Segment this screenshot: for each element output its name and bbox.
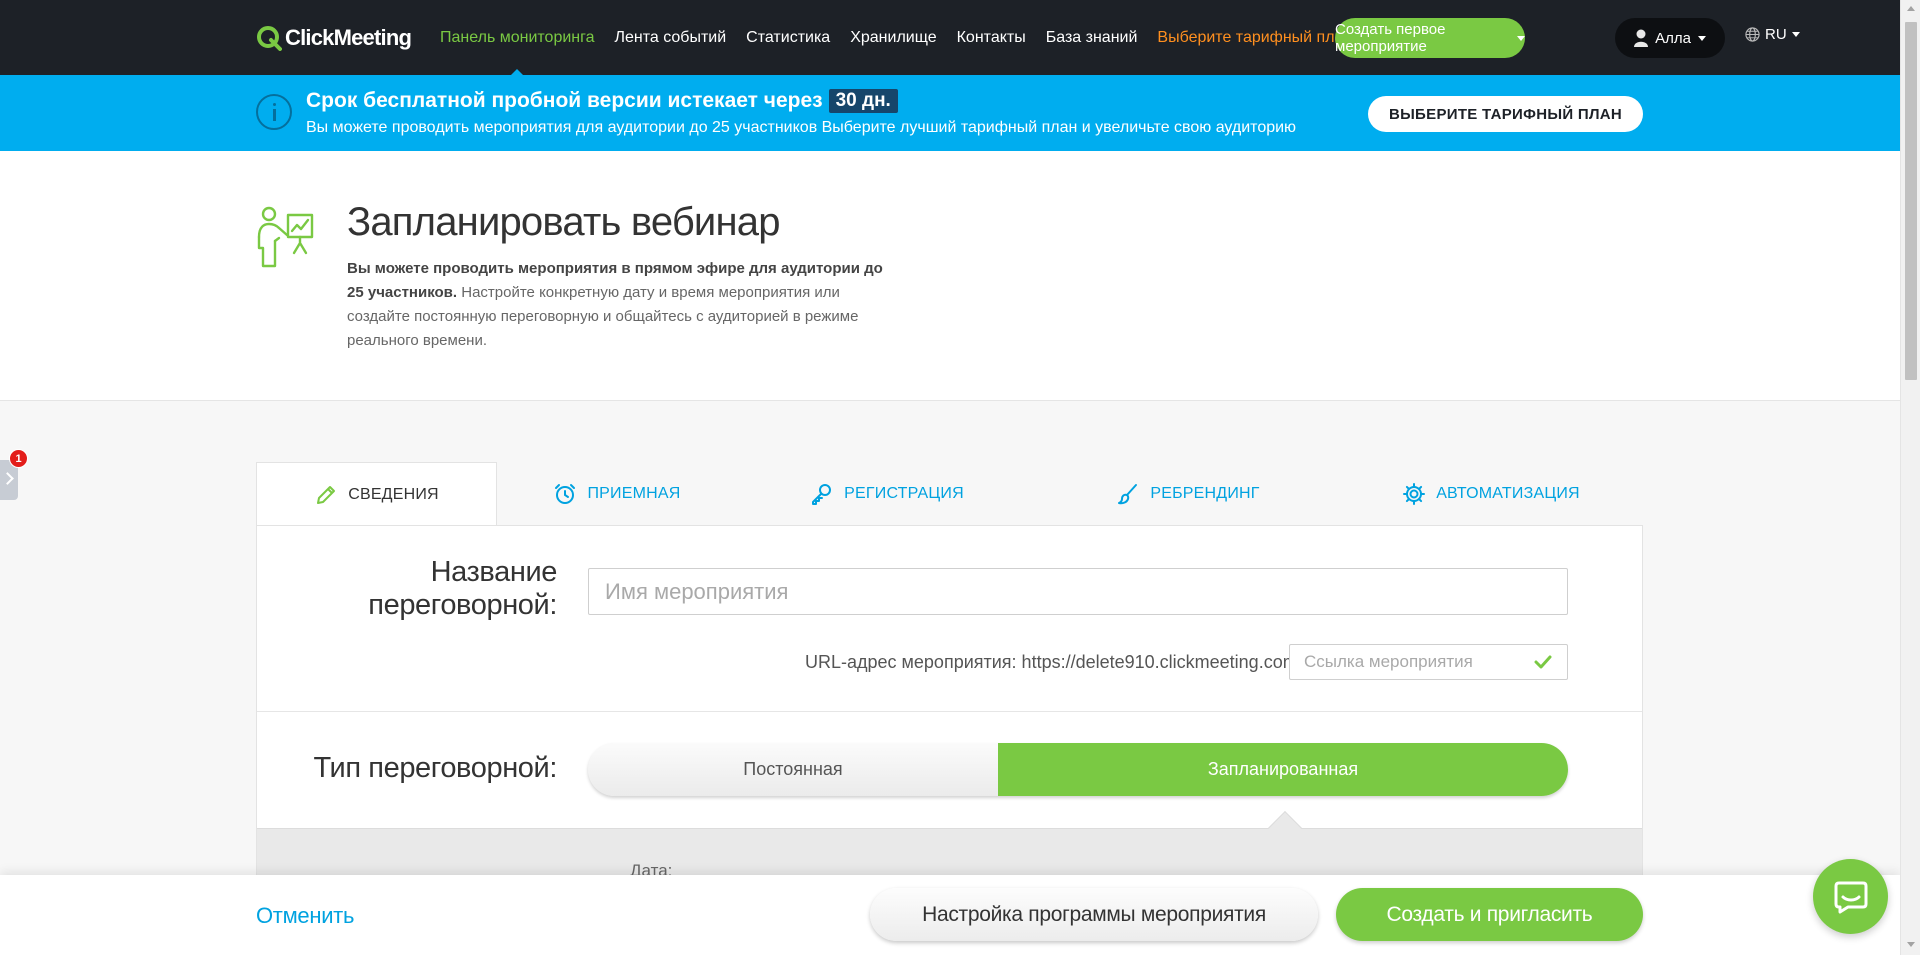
alarm-clock-icon [555, 484, 576, 504]
scroll-down-arrow-icon[interactable] [1907, 942, 1915, 947]
create-and-invite-button[interactable]: Создать и пригласить [1336, 888, 1643, 941]
room-name-input[interactable] [588, 568, 1568, 615]
chevron-down-icon [1697, 35, 1706, 41]
tab-registration[interactable]: РЕГИСТРАЦИЯ [737, 462, 1037, 526]
room-name-label-line2: переговорной: [368, 589, 557, 621]
logo-text: ClickMeeting [285, 25, 412, 50]
info-icon [256, 94, 292, 130]
create-first-event-button[interactable]: Создать первое мероприятие [1335, 18, 1525, 58]
room-type-toggle: Постоянная Запланированная [588, 743, 1568, 796]
gear-icon [1403, 483, 1426, 505]
scroll-up-arrow-icon[interactable] [1907, 6, 1915, 11]
chat-icon [1834, 881, 1867, 913]
presenter-board-icon [257, 206, 314, 268]
scrollbar-thumb[interactable] [1905, 22, 1917, 380]
brush-icon [1118, 484, 1138, 505]
cancel-link[interactable]: Отменить [256, 903, 354, 929]
trial-title-text: Срок бесплатной пробной версии истекает … [306, 89, 823, 112]
choose-plan-button[interactable]: ВЫБЕРИТЕ ТАРИФНЫЙ ПЛАН [1368, 96, 1643, 132]
event-url-input[interactable] [1289, 644, 1568, 680]
nav-statistics[interactable]: Статистика [746, 29, 830, 47]
key-icon [812, 484, 832, 505]
tab-automation[interactable]: АВТОМАТИЗАЦИЯ [1339, 462, 1643, 526]
trial-subtitle: Вы можете проводить мероприятия для ауди… [306, 119, 1297, 136]
clickmeeting-logo[interactable]: ClickMeeting [256, 24, 412, 52]
room-type-scheduled[interactable]: Запланированная [998, 743, 1568, 796]
notification-badge: 1 [9, 449, 28, 468]
tab-rebranding-label: РЕБРЕНДИНГ [1150, 485, 1260, 502]
tab-rebranding[interactable]: РЕБРЕНДИНГ [1037, 462, 1339, 526]
tab-details[interactable]: СВЕДЕНИЯ [256, 462, 497, 526]
details-panel: Название переговорной: URL-адрес меропри… [256, 525, 1643, 880]
trial-title: Срок бесплатной пробной версии истекает … [306, 89, 898, 113]
tab-automation-label: АВТОМАТИЗАЦИЯ [1436, 485, 1580, 502]
page-scrollbar[interactable] [1900, 0, 1920, 955]
logo-mark-icon [257, 26, 282, 51]
program-settings-button[interactable]: Настройка программы мероприятия [870, 888, 1318, 941]
nav-storage[interactable]: Хранилище [850, 29, 936, 47]
room-name-label: Название переговорной: [368, 556, 557, 622]
language-selector[interactable]: RU [1745, 26, 1800, 43]
room-type-label: Тип переговорной: [313, 752, 558, 784]
user-name: Алла [1655, 29, 1691, 47]
tab-waiting-room-label: ПРИЕМНАЯ [587, 485, 681, 502]
action-bar: Отменить Настройка программы мероприятия… [0, 875, 1900, 955]
event-tabs: СВЕДЕНИЯ ПРИЕМНАЯ РЕГИСТРАЦИЯ РЕБРЕНДИНГ [256, 462, 1643, 526]
user-menu[interactable]: Алла [1615, 18, 1725, 58]
nav-event-feed[interactable]: Лента событий [615, 29, 727, 47]
nav-contacts[interactable]: Контакты [957, 29, 1026, 47]
trial-days-badge: 30 дн. [828, 89, 898, 113]
schedule-section [257, 828, 1642, 876]
chevron-down-icon [1791, 32, 1800, 37]
check-icon [1534, 655, 1552, 669]
room-type-permanent[interactable]: Постоянная [588, 743, 998, 796]
room-name-label-line1: Название [430, 556, 558, 588]
chevron-down-icon [1517, 35, 1525, 41]
pencil-icon [317, 485, 336, 504]
user-avatar-icon [1634, 29, 1649, 47]
page-title: Запланировать вебинар [347, 200, 780, 244]
tab-details-label: СВЕДЕНИЯ [348, 485, 439, 503]
tab-waiting-room[interactable]: ПРИЕМНАЯ [497, 462, 737, 526]
nav-dashboard[interactable]: Панель мониторинга [440, 29, 595, 75]
nav-knowledge-base[interactable]: База знаний [1046, 29, 1138, 47]
globe-icon [1745, 27, 1760, 42]
page-description: Вы можете проводить мероприятия в прямом… [347, 257, 897, 353]
live-chat-button[interactable] [1813, 859, 1888, 934]
nav-choose-plan[interactable]: Выберите тарифный план [1157, 29, 1352, 47]
language-code: RU [1765, 26, 1787, 43]
create-first-event-label: Создать первое мероприятие [1335, 21, 1446, 55]
top-navigation: ClickMeeting Панель мониторинга Лента со… [0, 0, 1900, 75]
main-menu: Панель мониторинга Лента событий Статист… [440, 0, 1372, 75]
tab-registration-label: РЕГИСТРАЦИЯ [844, 485, 964, 502]
event-url-label: URL-адрес мероприятия: https://delete910… [805, 652, 1303, 672]
panel-divider [257, 711, 1642, 712]
